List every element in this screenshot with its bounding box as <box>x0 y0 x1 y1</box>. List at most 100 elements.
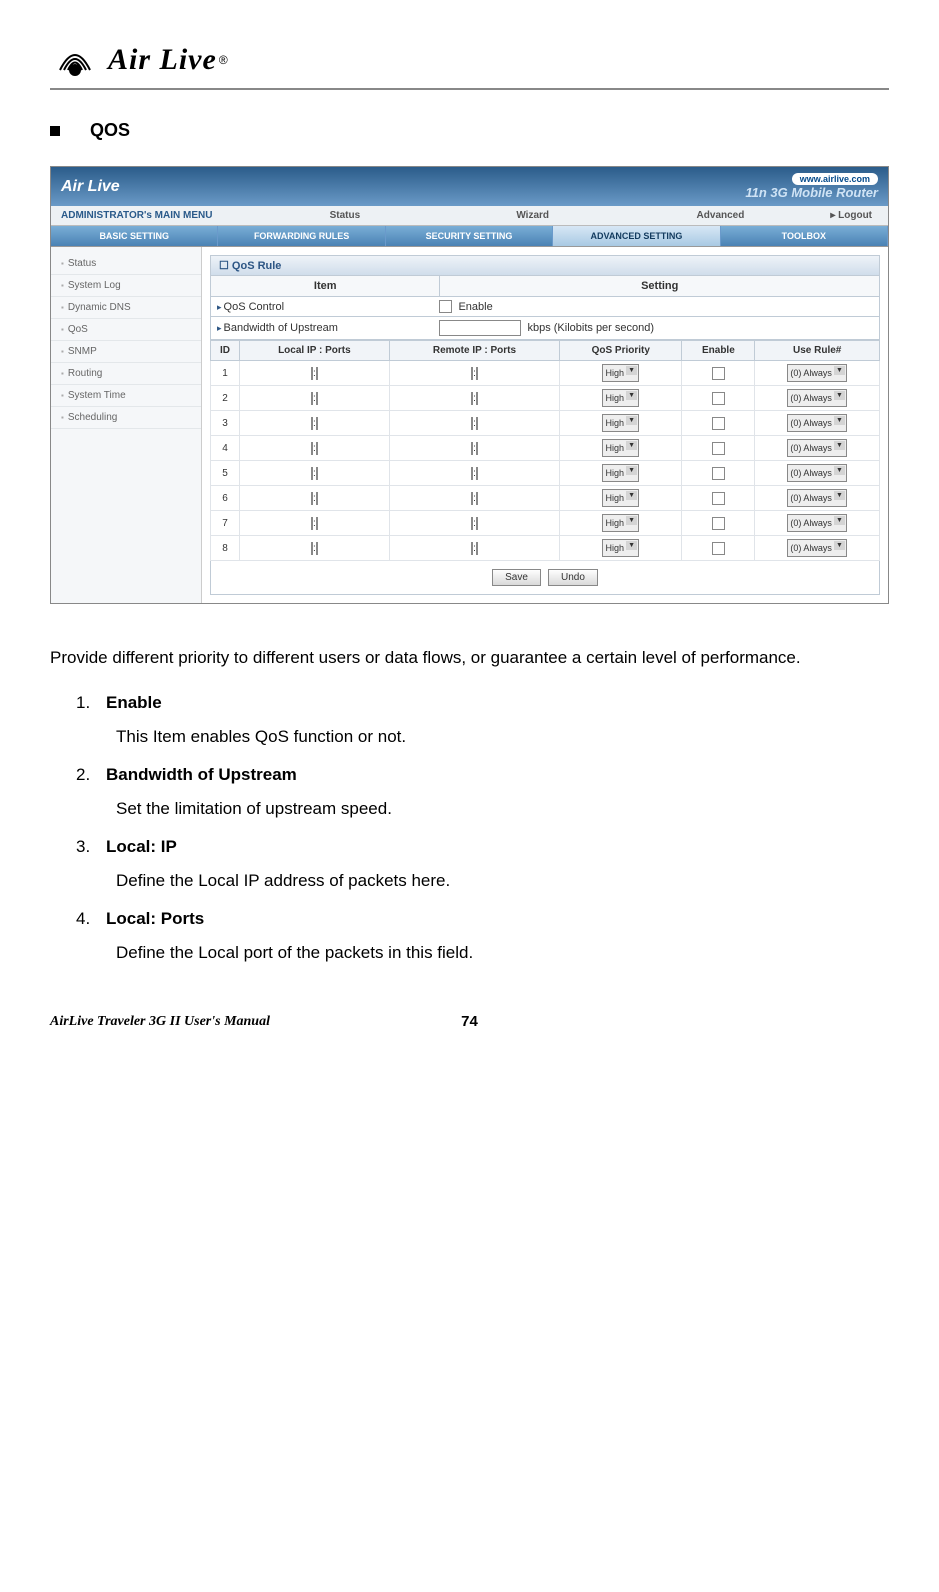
th-remote: Remote IP : Ports <box>389 341 559 361</box>
item-number: 1. <box>76 693 106 713</box>
remote-port-input[interactable] <box>476 517 478 530</box>
ss-menu-wizard[interactable]: Wizard <box>439 206 627 225</box>
row-enable-checkbox[interactable] <box>712 517 725 530</box>
rule-select[interactable]: (0) Always <box>787 364 847 382</box>
remote-ip-input[interactable] <box>471 392 473 405</box>
item-number: 3. <box>76 837 106 857</box>
local-port-input[interactable] <box>316 442 318 455</box>
remote-port-input[interactable] <box>476 417 478 430</box>
rule-select[interactable]: (0) Always <box>787 514 847 532</box>
local-ip-input[interactable] <box>311 392 313 405</box>
remote-ip-input[interactable] <box>471 492 473 505</box>
tab-advanced[interactable]: ADVANCED SETTING <box>553 226 720 246</box>
sidebar-item-routing[interactable]: Routing <box>51 363 201 385</box>
priority-select[interactable]: High <box>602 364 639 382</box>
row-enable-checkbox[interactable] <box>712 367 725 380</box>
priority-select[interactable]: High <box>602 514 639 532</box>
sidebar-item-qos[interactable]: QoS <box>51 319 201 341</box>
row-enable-checkbox[interactable] <box>712 417 725 430</box>
row-enable-checkbox[interactable] <box>712 442 725 455</box>
bandwidth-label: Bandwidth of Upstream <box>224 322 338 334</box>
ss-menu-advanced[interactable]: Advanced <box>627 206 815 225</box>
local-port-input[interactable] <box>316 367 318 380</box>
ss-menu-logout[interactable]: ▸ Logout <box>814 206 888 225</box>
remote-port-input[interactable] <box>476 542 478 555</box>
undo-button[interactable]: Undo <box>548 569 598 586</box>
local-ip-input[interactable] <box>311 417 313 430</box>
remote-cell: : <box>389 386 559 411</box>
local-port-input[interactable] <box>316 517 318 530</box>
local-ip-input[interactable] <box>311 367 313 380</box>
priority-select[interactable]: High <box>602 414 639 432</box>
row-enable-checkbox[interactable] <box>712 492 725 505</box>
bandwidth-input[interactable] <box>439 320 521 336</box>
qos-table: ID Local IP : Ports Remote IP : Ports Qo… <box>210 340 880 561</box>
local-port-input[interactable] <box>316 467 318 480</box>
list-item: 2.Bandwidth of Upstream <box>76 765 889 785</box>
local-cell: : <box>239 361 389 386</box>
priority-select[interactable]: High <box>602 439 639 457</box>
rule-select[interactable]: (0) Always <box>787 414 847 432</box>
local-ip-input[interactable] <box>311 517 313 530</box>
tab-toolbox[interactable]: TOOLBOX <box>721 226 888 246</box>
local-ip-input[interactable] <box>311 492 313 505</box>
sidebar-item-status[interactable]: Status <box>51 253 201 275</box>
remote-ip-input[interactable] <box>471 467 473 480</box>
bullet-icon <box>50 126 60 136</box>
item-label: Local: IP <box>106 837 177 857</box>
row-enable-checkbox[interactable] <box>712 467 725 480</box>
local-ip-input[interactable] <box>311 542 313 555</box>
local-ip-input[interactable] <box>311 442 313 455</box>
sidebar-item-systemlog[interactable]: System Log <box>51 275 201 297</box>
rule-select[interactable]: (0) Always <box>787 539 847 557</box>
ss-menu-status[interactable]: Status <box>251 206 439 225</box>
remote-port-input[interactable] <box>476 442 478 455</box>
item-description: Define the Local port of the packets in … <box>116 943 889 963</box>
save-button[interactable]: Save <box>492 569 541 586</box>
row-id: 1 <box>211 361 240 386</box>
sidebar-item-ddns[interactable]: Dynamic DNS <box>51 297 201 319</box>
priority-select[interactable]: High <box>602 489 639 507</box>
table-row: 3 : : High(0) Always <box>211 411 880 436</box>
rule-select[interactable]: (0) Always <box>787 439 847 457</box>
row-enable-checkbox[interactable] <box>712 392 725 405</box>
local-ip-input[interactable] <box>311 467 313 480</box>
priority-select[interactable]: High <box>602 389 639 407</box>
sidebar-item-snmp[interactable]: SNMP <box>51 341 201 363</box>
rule-select[interactable]: (0) Always <box>787 464 847 482</box>
item-description: This Item enables QoS function or not. <box>116 727 889 747</box>
remote-ip-input[interactable] <box>471 517 473 530</box>
remote-port-input[interactable] <box>476 467 478 480</box>
remote-ip-input[interactable] <box>471 367 473 380</box>
table-row: 5 : : High(0) Always <box>211 461 880 486</box>
remote-ip-input[interactable] <box>471 442 473 455</box>
sidebar-item-systemtime[interactable]: System Time <box>51 385 201 407</box>
row-id: 4 <box>211 436 240 461</box>
remote-port-input[interactable] <box>476 492 478 505</box>
th-enable: Enable <box>682 341 755 361</box>
priority-select[interactable]: High <box>602 464 639 482</box>
local-port-input[interactable] <box>316 492 318 505</box>
remote-port-input[interactable] <box>476 392 478 405</box>
priority-select[interactable]: High <box>602 539 639 557</box>
arrow-icon: ▸ <box>217 302 222 312</box>
ss-tabs: BASIC SETTING FORWARDING RULES SECURITY … <box>51 226 888 247</box>
row-enable-checkbox[interactable] <box>712 542 725 555</box>
rule-select[interactable]: (0) Always <box>787 389 847 407</box>
item-label: Enable <box>106 693 162 713</box>
remote-port-input[interactable] <box>476 367 478 380</box>
local-port-input[interactable] <box>316 417 318 430</box>
tab-security[interactable]: SECURITY SETTING <box>386 226 553 246</box>
remote-ip-input[interactable] <box>471 417 473 430</box>
rule-select[interactable]: (0) Always <box>787 489 847 507</box>
sidebar-item-scheduling[interactable]: Scheduling <box>51 407 201 429</box>
local-port-input[interactable] <box>316 542 318 555</box>
local-port-input[interactable] <box>316 392 318 405</box>
remote-cell: : <box>389 461 559 486</box>
tab-forwarding[interactable]: FORWARDING RULES <box>218 226 385 246</box>
remote-ip-input[interactable] <box>471 542 473 555</box>
tab-basic[interactable]: BASIC SETTING <box>51 226 218 246</box>
description: Provide different priority to different … <box>50 644 889 673</box>
row-id: 6 <box>211 486 240 511</box>
enable-checkbox[interactable] <box>439 300 452 313</box>
